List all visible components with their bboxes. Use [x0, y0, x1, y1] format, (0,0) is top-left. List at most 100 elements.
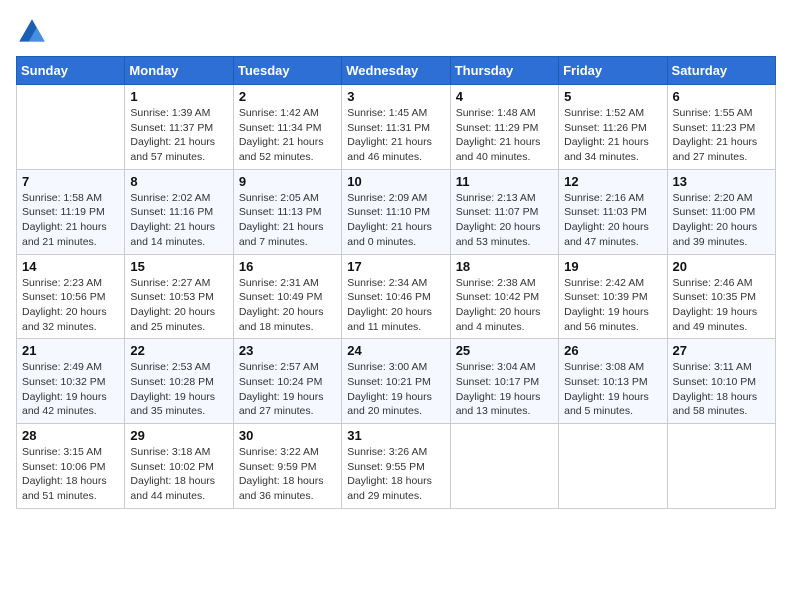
weekday-header-tuesday: Tuesday: [233, 57, 341, 85]
day-info: Sunrise: 3:26 AM Sunset: 9:55 PM Dayligh…: [347, 445, 444, 504]
calendar-week-row: 1 Sunrise: 1:39 AM Sunset: 11:37 PM Dayli…: [17, 85, 776, 170]
calendar-cell: 16 Sunrise: 2:31 AM Sunset: 10:49 PM Dayl…: [233, 254, 341, 339]
calendar-cell: 7 Sunrise: 1:58 AM Sunset: 11:19 PM Dayli…: [17, 169, 125, 254]
calendar-cell: 28 Sunrise: 3:15 AM Sunset: 10:06 PM Dayl…: [17, 424, 125, 509]
day-number: 14: [22, 259, 119, 274]
calendar-week-row: 7 Sunrise: 1:58 AM Sunset: 11:19 PM Dayli…: [17, 169, 776, 254]
calendar-cell: [559, 424, 667, 509]
day-number: 2: [239, 89, 336, 104]
calendar-cell: 30 Sunrise: 3:22 AM Sunset: 9:59 PM Dayli…: [233, 424, 341, 509]
calendar-cell: 20 Sunrise: 2:46 AM Sunset: 10:35 PM Dayl…: [667, 254, 775, 339]
calendar-cell: 6Sunrise: 1:55 AM Sunset: 11:23 PM Dayli…: [667, 85, 775, 170]
weekday-header-saturday: Saturday: [667, 57, 775, 85]
calendar-table: SundayMondayTuesdayWednesdayThursdayFrid…: [16, 56, 776, 509]
calendar-cell: 1 Sunrise: 1:39 AM Sunset: 11:37 PM Dayli…: [125, 85, 233, 170]
calendar-cell: 27Sunrise: 3:11 AM Sunset: 10:10 PM Dayl…: [667, 339, 775, 424]
day-number: 17: [347, 259, 444, 274]
day-number: 5: [564, 89, 661, 104]
calendar-cell: 26Sunrise: 3:08 AM Sunset: 10:13 PM Dayl…: [559, 339, 667, 424]
calendar-week-row: 14 Sunrise: 2:23 AM Sunset: 10:56 PM Dayl…: [17, 254, 776, 339]
calendar-cell: 13 Sunrise: 2:20 AM Sunset: 11:00 PM Dayl…: [667, 169, 775, 254]
day-info: Sunrise: 2:02 AM Sunset: 11:16 PM Daylig…: [130, 191, 227, 250]
day-number: 25: [456, 343, 553, 358]
calendar-cell: [450, 424, 558, 509]
day-info: Sunrise: 2:49 AM Sunset: 10:32 PM Daylig…: [22, 360, 119, 419]
day-info: Sunrise: 1:52 AM Sunset: 11:26 PM Daylig…: [564, 106, 661, 165]
day-info: Sunrise: 1:58 AM Sunset: 11:19 PM Daylig…: [22, 191, 119, 250]
day-number: 3: [347, 89, 444, 104]
calendar-cell: 22Sunrise: 2:53 AM Sunset: 10:28 PM Dayl…: [125, 339, 233, 424]
calendar-week-row: 21 Sunrise: 2:49 AM Sunset: 10:32 PM Dayl…: [17, 339, 776, 424]
calendar-cell: [17, 85, 125, 170]
day-number: 19: [564, 259, 661, 274]
day-number: 12: [564, 174, 661, 189]
calendar-cell: 15 Sunrise: 2:27 AM Sunset: 10:53 PM Dayl…: [125, 254, 233, 339]
weekday-header-friday: Friday: [559, 57, 667, 85]
calendar-cell: 21 Sunrise: 2:49 AM Sunset: 10:32 PM Dayl…: [17, 339, 125, 424]
calendar-cell: 8 Sunrise: 2:02 AM Sunset: 11:16 PM Dayli…: [125, 169, 233, 254]
day-info: Sunrise: 3:08 AM Sunset: 10:13 PM Daylig…: [564, 360, 661, 419]
calendar-cell: 31Sunrise: 3:26 AM Sunset: 9:55 PM Dayli…: [342, 424, 450, 509]
day-number: 29: [130, 428, 227, 443]
weekday-header-monday: Monday: [125, 57, 233, 85]
calendar-header-row: SundayMondayTuesdayWednesdayThursdayFrid…: [17, 57, 776, 85]
day-info: Sunrise: 2:46 AM Sunset: 10:35 PM Daylig…: [673, 276, 770, 335]
day-number: 16: [239, 259, 336, 274]
weekday-header-sunday: Sunday: [17, 57, 125, 85]
day-info: Sunrise: 3:15 AM Sunset: 10:06 PM Daylig…: [22, 445, 119, 504]
calendar-cell: 4Sunrise: 1:48 AM Sunset: 11:29 PM Dayli…: [450, 85, 558, 170]
calendar-cell: 14 Sunrise: 2:23 AM Sunset: 10:56 PM Dayl…: [17, 254, 125, 339]
day-info: Sunrise: 3:18 AM Sunset: 10:02 PM Daylig…: [130, 445, 227, 504]
calendar-cell: 18 Sunrise: 2:38 AM Sunset: 10:42 PM Dayl…: [450, 254, 558, 339]
day-info: Sunrise: 3:04 AM Sunset: 10:17 PM Daylig…: [456, 360, 553, 419]
day-number: 15: [130, 259, 227, 274]
day-number: 7: [22, 174, 119, 189]
day-number: 21: [22, 343, 119, 358]
day-number: 6: [673, 89, 770, 104]
day-number: 9: [239, 174, 336, 189]
day-number: 30: [239, 428, 336, 443]
day-info: Sunrise: 2:34 AM Sunset: 10:46 PM Daylig…: [347, 276, 444, 335]
calendar-week-row: 28 Sunrise: 3:15 AM Sunset: 10:06 PM Dayl…: [17, 424, 776, 509]
calendar-cell: 12 Sunrise: 2:16 AM Sunset: 11:03 PM Dayl…: [559, 169, 667, 254]
weekday-header-wednesday: Wednesday: [342, 57, 450, 85]
day-info: Sunrise: 2:05 AM Sunset: 11:13 PM Daylig…: [239, 191, 336, 250]
weekday-header-thursday: Thursday: [450, 57, 558, 85]
day-info: Sunrise: 2:57 AM Sunset: 10:24 PM Daylig…: [239, 360, 336, 419]
calendar-cell: 19Sunrise: 2:42 AM Sunset: 10:39 PM Dayl…: [559, 254, 667, 339]
day-info: Sunrise: 2:27 AM Sunset: 10:53 PM Daylig…: [130, 276, 227, 335]
calendar-cell: [667, 424, 775, 509]
day-info: Sunrise: 1:45 AM Sunset: 11:31 PM Daylig…: [347, 106, 444, 165]
calendar-cell: 11 Sunrise: 2:13 AM Sunset: 11:07 PM Dayl…: [450, 169, 558, 254]
day-number: 11: [456, 174, 553, 189]
calendar-cell: 9 Sunrise: 2:05 AM Sunset: 11:13 PM Dayli…: [233, 169, 341, 254]
day-info: Sunrise: 3:22 AM Sunset: 9:59 PM Dayligh…: [239, 445, 336, 504]
day-info: Sunrise: 2:23 AM Sunset: 10:56 PM Daylig…: [22, 276, 119, 335]
day-number: 18: [456, 259, 553, 274]
day-info: Sunrise: 3:00 AM Sunset: 10:21 PM Daylig…: [347, 360, 444, 419]
day-number: 8: [130, 174, 227, 189]
calendar-cell: 23 Sunrise: 2:57 AM Sunset: 10:24 PM Dayl…: [233, 339, 341, 424]
logo: [16, 16, 52, 48]
day-info: Sunrise: 2:38 AM Sunset: 10:42 PM Daylig…: [456, 276, 553, 335]
day-number: 28: [22, 428, 119, 443]
day-info: Sunrise: 2:20 AM Sunset: 11:00 PM Daylig…: [673, 191, 770, 250]
day-info: Sunrise: 2:31 AM Sunset: 10:49 PM Daylig…: [239, 276, 336, 335]
day-info: Sunrise: 2:09 AM Sunset: 11:10 PM Daylig…: [347, 191, 444, 250]
day-number: 23: [239, 343, 336, 358]
day-info: Sunrise: 2:16 AM Sunset: 11:03 PM Daylig…: [564, 191, 661, 250]
calendar-cell: 24 Sunrise: 3:00 AM Sunset: 10:21 PM Dayl…: [342, 339, 450, 424]
day-number: 10: [347, 174, 444, 189]
day-number: 13: [673, 174, 770, 189]
day-number: 20: [673, 259, 770, 274]
day-info: Sunrise: 2:53 AM Sunset: 10:28 PM Daylig…: [130, 360, 227, 419]
calendar-cell: 2 Sunrise: 1:42 AM Sunset: 11:34 PM Dayli…: [233, 85, 341, 170]
day-info: Sunrise: 1:39 AM Sunset: 11:37 PM Daylig…: [130, 106, 227, 165]
day-number: 27: [673, 343, 770, 358]
day-info: Sunrise: 1:48 AM Sunset: 11:29 PM Daylig…: [456, 106, 553, 165]
day-info: Sunrise: 2:13 AM Sunset: 11:07 PM Daylig…: [456, 191, 553, 250]
day-number: 1: [130, 89, 227, 104]
day-number: 24: [347, 343, 444, 358]
day-info: Sunrise: 1:42 AM Sunset: 11:34 PM Daylig…: [239, 106, 336, 165]
logo-icon: [16, 16, 48, 48]
